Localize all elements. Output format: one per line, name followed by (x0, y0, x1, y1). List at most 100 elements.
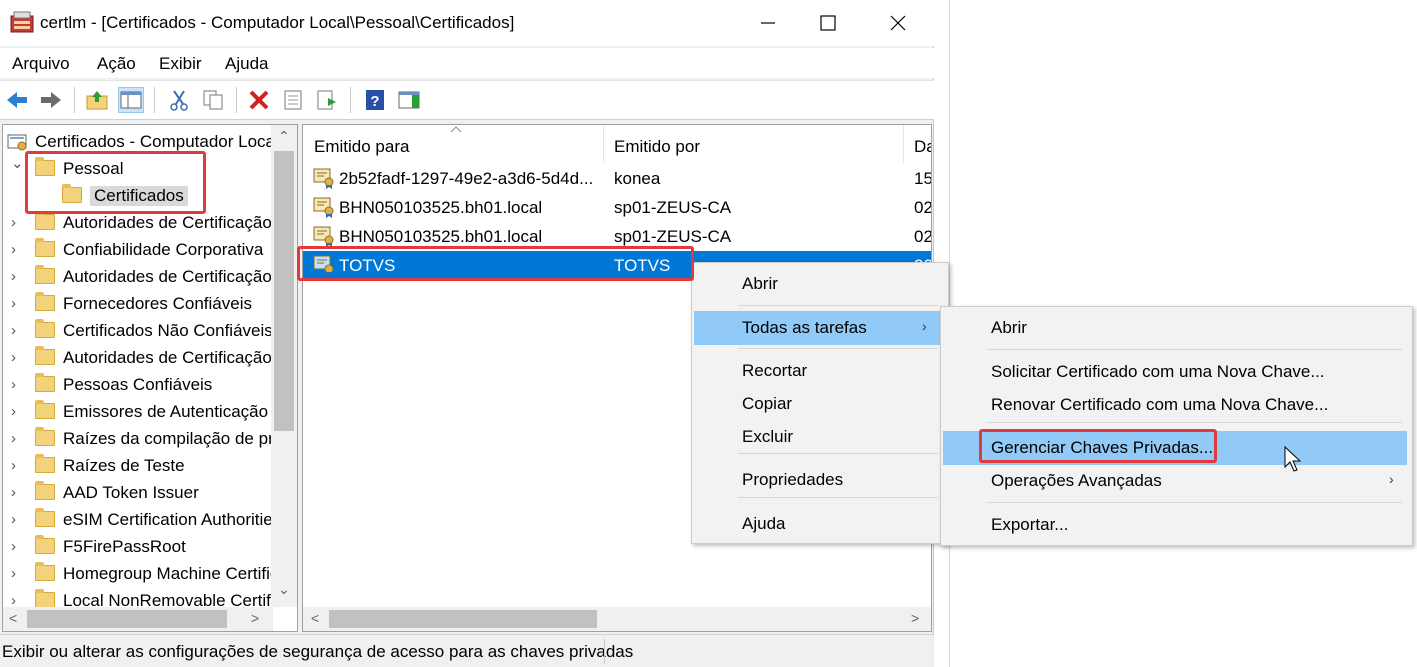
folder-icon (35, 454, 55, 473)
context-menu-item-label: Excluir (742, 427, 794, 446)
chevron-right-icon[interactable]: › (11, 214, 16, 231)
help-button[interactable]: ? (362, 87, 388, 113)
scroll-thumb[interactable] (27, 610, 227, 628)
chevron-right-icon[interactable]: › (11, 376, 16, 393)
tree-item[interactable]: › Certificados Não Confiáveis (3, 318, 271, 345)
chevron-right-icon[interactable]: › (11, 322, 16, 339)
scroll-down-icon[interactable]: ⌄ (278, 581, 290, 598)
tree-item[interactable]: › AAD Token Issuer (3, 480, 271, 507)
column-header-issued-by[interactable]: Emitido por (614, 137, 700, 157)
show-hide-tree-icon (120, 91, 142, 109)
cell-issued-by: sp01-ZEUS-CA (614, 227, 732, 246)
action-pane-icon (398, 91, 420, 109)
tree-item[interactable]: › Raízes de Teste (3, 453, 271, 480)
column-header-expiration[interactable]: Da (914, 137, 931, 157)
tree-item[interactable]: › Confiabilidade Corporativa (3, 237, 271, 264)
scroll-right-icon[interactable]: > (911, 610, 919, 626)
all-tasks-submenu: Abrir Solicitar Certificado com uma Nova … (940, 306, 1413, 546)
close-button[interactable] (868, 0, 928, 46)
scroll-left-icon[interactable]: < (9, 610, 17, 626)
column-divider[interactable] (603, 125, 604, 163)
tree-item[interactable]: › Autoridades de Certificação Raiz Confiá… (3, 210, 271, 237)
scroll-left-icon[interactable]: < (311, 610, 319, 626)
toolbar-separator (154, 87, 155, 113)
scroll-up-icon[interactable]: ⌃ (278, 128, 290, 145)
certificate-row[interactable]: 2b52fadf-1297-49e2-a3d6-5d4d... konea 15 (303, 164, 931, 193)
submenu-item[interactable]: Renovar Certificado com uma Nova Chave..… (943, 388, 1407, 422)
up-folder-icon (86, 91, 108, 110)
context-menu-item[interactable]: Abrir (694, 267, 940, 301)
tree-item[interactable]: › Emissores de Autenticação de Cliente (3, 399, 271, 426)
up-folder-button[interactable] (84, 87, 110, 113)
tree-item[interactable]: › Autoridades de Certificação Intermediár… (3, 264, 271, 291)
context-menu-item[interactable]: Todas as tarefas › (694, 311, 940, 345)
tree-item[interactable]: › Autoridades de Certificação de Terceiro… (3, 345, 271, 372)
submenu-item[interactable]: Solicitar Certificado com uma Nova Chave… (943, 355, 1407, 389)
action-pane-button[interactable] (396, 87, 422, 113)
scroll-thumb[interactable] (329, 610, 597, 628)
tree-item-label: Fornecedores Confiáveis (63, 294, 252, 313)
chevron-right-icon[interactable]: › (11, 403, 16, 420)
folder-icon (35, 373, 55, 392)
tree-item[interactable]: › Pessoas Confiáveis (3, 372, 271, 399)
chevron-right-icon[interactable]: › (11, 484, 16, 501)
folder-icon (35, 292, 55, 311)
scroll-right-icon[interactable]: > (251, 610, 259, 626)
tree-item[interactable]: › Raízes da compilação de prévia (3, 426, 271, 453)
show-hide-tree-button[interactable] (118, 87, 144, 113)
menu-arquivo[interactable]: Arquivo (12, 54, 70, 74)
certificate-row[interactable]: BHN050103525.bh01.local sp01-ZEUS-CA 02 (303, 193, 931, 222)
tree-item[interactable]: › eSIM Certification Authorities (3, 507, 271, 534)
context-menu-item[interactable]: Propriedades (694, 463, 940, 497)
minimize-button[interactable] (738, 0, 798, 46)
context-menu-item[interactable]: Excluir (694, 420, 940, 454)
window-title: certlm - [Certificados - Computador Loca… (40, 13, 515, 32)
submenu-item-label: Abrir (991, 318, 1027, 337)
forward-button[interactable] (38, 87, 64, 113)
tree-item-label: Confiabilidade Corporativa (63, 240, 264, 259)
chevron-right-icon[interactable]: › (11, 457, 16, 474)
scroll-thumb[interactable] (274, 151, 294, 431)
context-menu-item[interactable]: Ajuda (694, 507, 940, 541)
toolbar: ? (0, 80, 934, 120)
list-horizontal-scrollbar[interactable]: < > (303, 607, 931, 631)
submenu-item[interactable]: Abrir (943, 311, 1407, 345)
chevron-right-icon[interactable]: › (11, 241, 16, 258)
context-menu-item[interactable]: Recortar (694, 354, 940, 388)
chevron-right-icon[interactable]: › (11, 538, 16, 555)
tree-item[interactable]: › Homegroup Machine Certificates (3, 561, 271, 588)
context-menu: Abrir Todas as tarefas › Recortar Copiar Excl… (691, 262, 949, 544)
maximize-button[interactable] (798, 0, 858, 46)
submenu-item[interactable]: Operações Avançadas › (943, 464, 1407, 498)
chevron-down-icon[interactable]: ⌄ (11, 156, 24, 172)
back-button[interactable] (4, 87, 30, 113)
delete-button[interactable] (246, 87, 272, 113)
cell-expiration: 02 (914, 227, 932, 246)
chevron-right-icon[interactable]: › (11, 430, 16, 447)
context-menu-item[interactable]: Copiar (694, 387, 940, 421)
tree-item[interactable]: › Fornecedores Confiáveis (3, 291, 271, 318)
chevron-right-icon[interactable]: › (11, 511, 16, 528)
context-menu-item-label: Copiar (742, 394, 793, 413)
tree-vertical-scrollbar[interactable]: ⌃ ⌄ (271, 125, 297, 607)
properties-button[interactable] (280, 87, 306, 113)
menu-exibir[interactable]: Exibir (159, 54, 202, 74)
menu-ajuda[interactable]: Ajuda (225, 54, 268, 74)
cut-button[interactable] (166, 87, 192, 113)
export-list-button[interactable] (314, 87, 340, 113)
chevron-right-icon[interactable]: › (11, 565, 16, 582)
chevron-right-icon[interactable]: › (11, 295, 16, 312)
status-bar: Exibir ou alterar as configurações de se… (0, 634, 934, 667)
column-divider[interactable] (903, 125, 904, 163)
tree-horizontal-scrollbar[interactable]: < > (3, 607, 273, 631)
tree-item[interactable]: › F5FirePassRoot (3, 534, 271, 561)
submenu-item[interactable]: Exportar... (943, 508, 1407, 542)
copy-button[interactable] (200, 87, 226, 113)
back-arrow-icon (7, 92, 27, 108)
chevron-right-icon[interactable]: › (11, 349, 16, 366)
mouse-cursor-icon (1284, 446, 1302, 472)
menu-separator (987, 502, 1402, 503)
menu-acao[interactable]: Ação (97, 54, 136, 74)
column-header-issued-to[interactable]: Emitido para (314, 137, 409, 157)
chevron-right-icon[interactable]: › (11, 268, 16, 285)
